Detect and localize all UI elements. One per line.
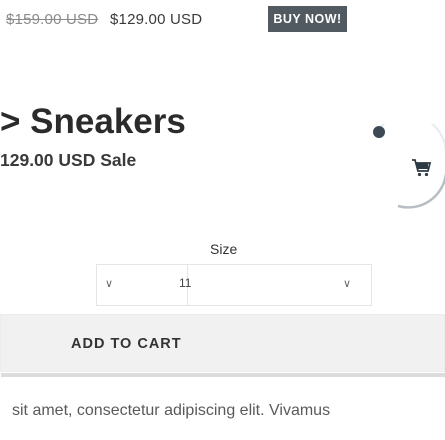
size-dropdown[interactable]: ∨: [188, 264, 372, 306]
chevron-down-icon: ∨: [105, 278, 114, 290]
add-to-cart-label: ADD TO CART: [71, 336, 182, 352]
add-to-cart-button[interactable]: ADD TO CART: [0, 314, 445, 377]
size-label: Size: [210, 241, 238, 257]
sale-price: $129.00 USD: [110, 11, 203, 28]
buy-now-button[interactable]: BUY NOW!: [268, 6, 347, 32]
button-shadow: [1, 373, 445, 377]
product-description: sit amet, consectetur adipiscing elit. V…: [12, 402, 331, 419]
cart-icon[interactable]: [368, 114, 445, 214]
product-title: > Sneakers: [0, 102, 186, 141]
chevron-down-icon: ∨: [343, 278, 352, 290]
sticky-price-bar: $159.00 USD $129.00 USD BUY NOW!: [0, 0, 445, 40]
compare-price: $159.00 USD: [6, 11, 99, 28]
size-select[interactable]: ∨ 11: [96, 264, 191, 306]
product-price: 129.00 USD Sale: [0, 150, 137, 170]
